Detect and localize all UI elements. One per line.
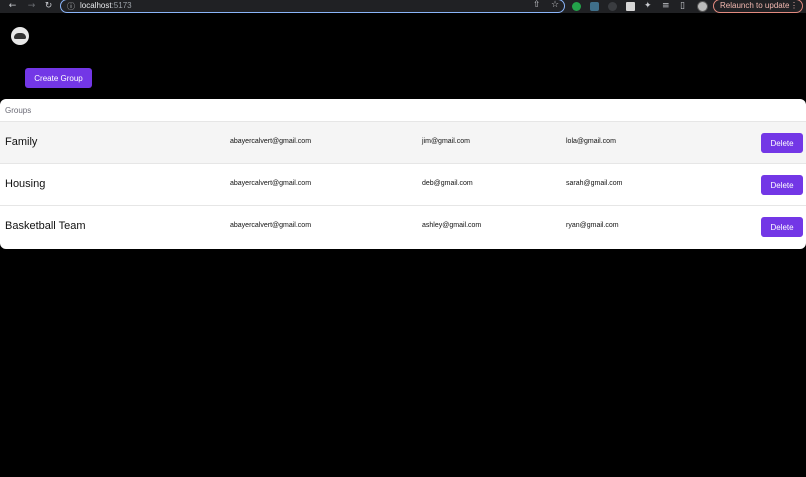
- forward-icon[interactable]: →: [25, 0, 38, 13]
- group-name: Housing: [5, 178, 46, 190]
- member-email: deb@gmail.com: [422, 180, 473, 187]
- more-menu-icon: ⋮: [790, 1, 798, 10]
- relaunch-label: Relaunch to update: [720, 1, 790, 10]
- member-email: abayercalvert@gmail.com: [230, 222, 312, 229]
- member-email: ashley@gmail.com: [422, 222, 482, 229]
- extension-grammarly-icon[interactable]: [572, 2, 581, 11]
- extension-icon[interactable]: [590, 2, 599, 11]
- delete-button[interactable]: Delete: [761, 175, 803, 195]
- group-name: Basketball Team: [5, 220, 86, 232]
- member-email: jim@gmail.com: [422, 138, 470, 145]
- extension-icon[interactable]: [626, 2, 635, 11]
- member-email: abayercalvert@gmail.com: [230, 138, 312, 145]
- member-email: abayercalvert@gmail.com: [230, 180, 312, 187]
- star-icon[interactable]: ☆: [551, 0, 559, 10]
- extensions-icon[interactable]: ✦: [644, 0, 652, 13]
- site-info-icon[interactable]: ⓘ: [67, 1, 75, 12]
- member-email: sarah@gmail.com: [566, 180, 623, 187]
- app-logo: [11, 27, 29, 45]
- group-row: Housing abayercalvert@gmail.com deb@gmai…: [0, 164, 806, 206]
- address-bar[interactable]: ⓘ localhost:5173 ⇧ ☆: [60, 0, 565, 13]
- side-panel-icon[interactable]: ▯: [680, 0, 685, 13]
- group-row: Family abayercalvert@gmail.com jim@gmail…: [0, 122, 806, 164]
- groups-card: Groups Family abayercalvert@gmail.com ji…: [0, 99, 806, 249]
- member-email: ryan@gmail.com: [566, 222, 619, 229]
- reload-icon[interactable]: ↻: [42, 0, 55, 13]
- share-icon[interactable]: ⇧: [533, 0, 541, 10]
- url-host: localhost: [80, 1, 112, 10]
- create-group-button[interactable]: Create Group: [25, 68, 92, 88]
- group-name: Family: [5, 136, 38, 148]
- delete-button[interactable]: Delete: [761, 217, 803, 237]
- groups-header: Groups: [0, 99, 806, 122]
- extension-icon[interactable]: [608, 2, 617, 11]
- address-url[interactable]: localhost:5173: [80, 1, 132, 10]
- profile-avatar[interactable]: [697, 1, 708, 12]
- browser-toolbar: ← → ↻ ⓘ localhost:5173 ⇧ ☆ ✦ ≡ ▯ Relaunc…: [0, 0, 806, 13]
- delete-button[interactable]: Delete: [761, 133, 803, 153]
- group-row: Basketball Team abayercalvert@gmail.com …: [0, 206, 806, 248]
- url-port: :5173: [111, 1, 132, 10]
- back-icon[interactable]: ←: [6, 0, 19, 13]
- reading-list-icon[interactable]: ≡: [662, 0, 670, 13]
- member-email: lola@gmail.com: [566, 138, 616, 145]
- relaunch-button[interactable]: Relaunch to update ⋮: [713, 0, 803, 13]
